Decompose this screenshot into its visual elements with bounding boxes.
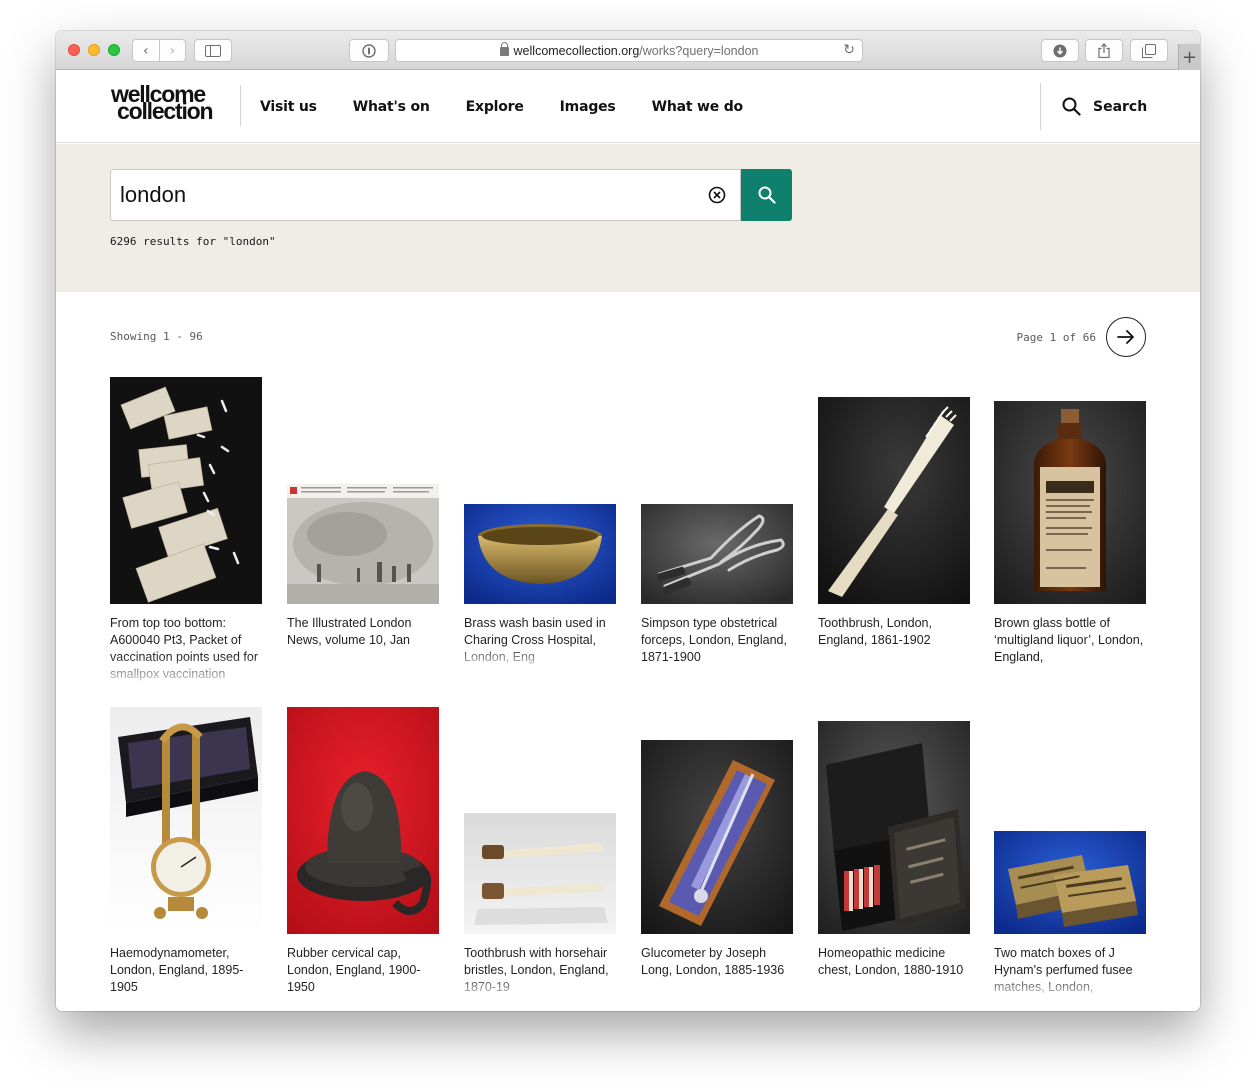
download-icon — [1053, 44, 1067, 57]
result-caption[interactable]: Brass wash basin used in Charing Cross H… — [464, 615, 619, 665]
result-caption[interactable]: The Illustrated London News, volume 10, … — [287, 615, 442, 649]
header-search-label: Search — [1093, 98, 1148, 115]
site-header: wellcome collection Visit us What's on E… — [56, 70, 1200, 143]
share-button[interactable] — [1085, 39, 1123, 62]
url-path: /works?query=london — [639, 43, 759, 58]
arrow-right-icon — [1117, 330, 1134, 344]
clear-search-button[interactable] — [708, 186, 726, 209]
result-image-horsehair-toothbrush[interactable] — [464, 813, 616, 934]
nav-images[interactable]: Images — [555, 99, 620, 119]
vaccination-packets-image — [110, 377, 262, 604]
result-image-haemodynamometer[interactable] — [110, 707, 262, 934]
result-image-glucometer[interactable] — [641, 740, 793, 934]
page-indicator: Page 1 of 66 — [1016, 330, 1096, 344]
search-submit-button[interactable] — [741, 169, 792, 221]
result-image-illustrated-london-news[interactable] — [287, 484, 439, 604]
browser-toolbar: ‹ › wellcomecollection.org/works?query=l… — [56, 31, 1200, 70]
url-host: wellcomecollection.org — [513, 43, 640, 58]
next-page-button[interactable] — [1106, 317, 1146, 357]
sidebar-icon — [205, 44, 221, 57]
nav-visit-us[interactable]: Visit us — [260, 99, 317, 115]
result-caption[interactable]: Rubber cervical cap, London, England, 19… — [287, 945, 442, 995]
zoom-window-button[interactable] — [108, 44, 120, 56]
result-image-vaccination-packets[interactable] — [110, 377, 262, 604]
result-image-obstetrical-forceps[interactable] — [641, 504, 793, 604]
history-nav: ‹ › — [132, 39, 186, 62]
search-box — [110, 169, 741, 221]
password-button[interactable] — [349, 39, 389, 62]
forceps-image — [641, 504, 793, 604]
toothbrush-image — [818, 397, 970, 604]
share-icon — [1098, 43, 1110, 58]
clear-icon — [708, 186, 726, 204]
reload-icon[interactable]: ↻ — [843, 42, 855, 58]
result-image-toothbrush[interactable] — [818, 397, 970, 604]
address-bar[interactable]: wellcomecollection.org/works?query=londo… — [395, 39, 863, 62]
nav-whats-on[interactable]: What's on — [353, 99, 430, 115]
medicine-chest-image — [818, 721, 970, 934]
search-icon — [1062, 97, 1081, 116]
nav-explore[interactable]: Explore — [466, 99, 524, 115]
horsehair-toothbrush-image — [464, 813, 616, 934]
showing-range: Showing 1 - 96 — [110, 330, 203, 343]
haemodynamometer-image — [110, 707, 262, 934]
search-icon — [758, 186, 776, 204]
minimize-window-button[interactable] — [88, 44, 100, 56]
tabs-icon — [1142, 43, 1156, 58]
result-caption[interactable]: Toothbrush with horsehair bristles, Lond… — [464, 945, 619, 995]
window-controls — [68, 44, 120, 56]
header-divider — [240, 85, 241, 126]
pagination: Page 1 of 66 — [1017, 317, 1146, 357]
header-search-button[interactable]: Search — [1062, 97, 1147, 116]
nav-what-we-do[interactable]: What we do — [652, 99, 744, 115]
new-tab-button[interactable]: + — [1178, 44, 1200, 70]
search-panel: 6296 results for "london" — [56, 144, 1200, 292]
result-caption[interactable]: Toothbrush, London, England, 1861-1902 — [818, 615, 973, 649]
result-caption[interactable]: Glucometer by Joseph Long, London, 1885-… — [641, 945, 796, 979]
result-caption[interactable]: Homeopathic medicine chest, London, 1880… — [818, 945, 973, 979]
result-image-match-boxes[interactable] — [994, 831, 1146, 934]
close-window-button[interactable] — [68, 44, 80, 56]
forward-button[interactable]: › — [158, 40, 186, 61]
main-nav: Visit us What's on Explore Images What w… — [260, 70, 743, 143]
result-caption[interactable]: From top too bottom: A600040 Pt3, Packet… — [110, 615, 265, 681]
result-image-glass-bottle[interactable] — [994, 401, 1146, 604]
result-image-brass-basin[interactable] — [464, 504, 616, 604]
lock-icon — [499, 42, 509, 56]
back-button[interactable]: ‹ — [133, 40, 159, 61]
search-input[interactable] — [111, 170, 671, 220]
browser-window: ‹ › wellcomecollection.org/works?query=l… — [56, 31, 1200, 1011]
downloads-button[interactable] — [1041, 39, 1079, 62]
result-caption[interactable]: Brown glass bottle of ‘multigland liquor… — [994, 615, 1149, 665]
logo-line-2: collection — [117, 98, 214, 124]
key-icon — [362, 43, 376, 58]
result-image-cervical-cap[interactable] — [287, 707, 439, 934]
result-count: 6296 results for "london" — [110, 235, 276, 248]
engraving-image — [287, 484, 439, 604]
result-caption[interactable]: Two match boxes of J Hynam's perfumed fu… — [994, 945, 1149, 995]
glass-bottle-image — [994, 401, 1146, 604]
result-caption[interactable]: Haemodynamometer, London, England, 1895-… — [110, 945, 265, 995]
show-tabs-button[interactable] — [1130, 39, 1168, 62]
sidebar-toggle-button[interactable] — [194, 39, 232, 62]
search-divider — [1040, 83, 1041, 130]
match-boxes-image — [994, 831, 1146, 934]
cervical-cap-image — [287, 707, 439, 934]
result-image-homeopathic-chest[interactable] — [818, 721, 970, 934]
brass-bowl-image — [464, 504, 616, 604]
result-caption[interactable]: Simpson type obstetrical forceps, London… — [641, 615, 796, 665]
wellcome-logo[interactable]: wellcome collection — [111, 83, 214, 124]
glucometer-image — [641, 740, 793, 934]
